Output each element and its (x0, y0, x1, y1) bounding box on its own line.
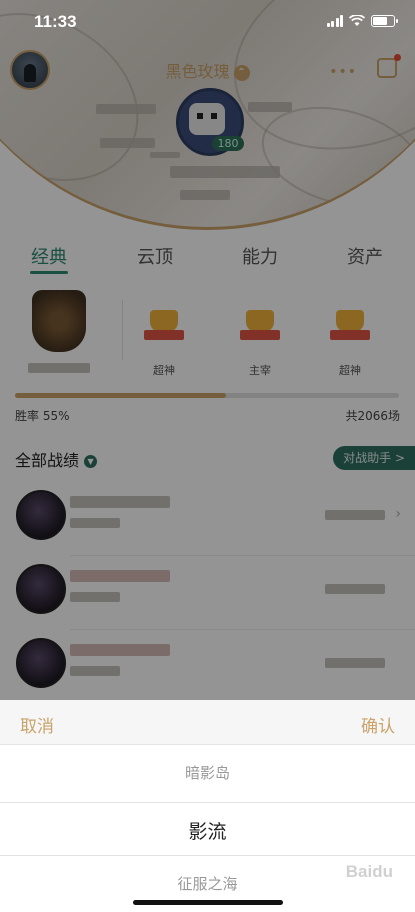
home-indicator[interactable] (133, 900, 283, 905)
picker-toolbar: 取消 确认 (0, 700, 415, 745)
wifi-icon (349, 15, 365, 26)
status-time: 11:33 (34, 12, 77, 31)
status-bar: 11:33 (0, 0, 415, 44)
cancel-button[interactable]: 取消 (20, 712, 54, 737)
confirm-button[interactable]: 确认 (361, 712, 395, 737)
battery-icon (371, 15, 398, 27)
lol-profile-page: 11:33 黑色玫瑰 ⌃ ••• 180 经典 云顶 能力 资产 超神 主宰 超… (0, 0, 415, 912)
picker-option-selected[interactable]: 影流 (0, 817, 415, 844)
baidu-watermark: Baidu (345, 862, 393, 881)
status-icons (326, 15, 398, 27)
modal-overlay[interactable] (0, 0, 415, 700)
signal-icon (326, 15, 343, 27)
picker-option[interactable]: 暗影岛 (0, 744, 415, 802)
